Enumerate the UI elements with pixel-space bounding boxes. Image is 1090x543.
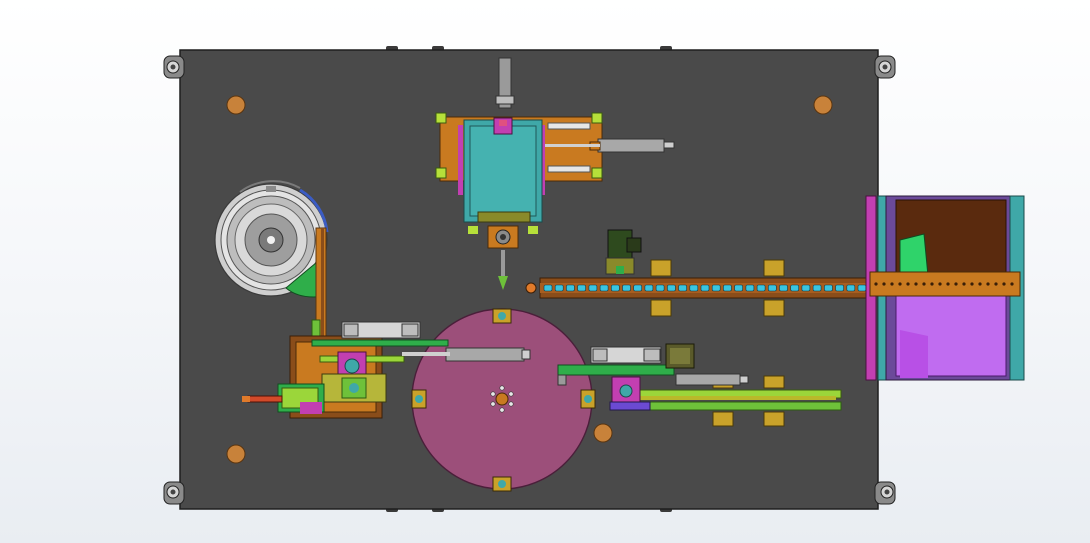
feeder-bead	[745, 284, 755, 292]
fixture-top	[492, 308, 512, 324]
bolt-hole	[813, 95, 833, 115]
bin-rivet	[970, 282, 974, 286]
feeder-bead	[566, 284, 575, 292]
feeder-bead	[644, 284, 654, 292]
feeder-bead	[554, 284, 564, 292]
bin-rivet	[978, 282, 982, 286]
bin-rivet	[1002, 282, 1006, 286]
bin-rivet	[1010, 282, 1014, 286]
feeder-bead	[824, 284, 833, 292]
right-push-cylinder	[675, 373, 741, 386]
bolt-hole	[593, 423, 613, 443]
feeder-bead	[767, 284, 777, 292]
machine-top-view	[163, 46, 1025, 512]
feeder-bead	[801, 284, 811, 292]
feeder-bead	[790, 284, 800, 292]
bin-rivet	[890, 282, 894, 286]
mounting-foot-top-right	[874, 55, 896, 79]
feeder-bead	[633, 284, 643, 292]
bin-rivet	[946, 282, 950, 286]
suction-nozzle	[501, 250, 505, 276]
feeder-bead	[599, 284, 609, 292]
bolt-hole	[226, 95, 246, 115]
feeder-bead	[812, 284, 822, 292]
feeder-bead	[846, 284, 856, 292]
output-bin	[865, 195, 1025, 381]
feeder-bead	[577, 284, 586, 292]
feeder-bead	[667, 284, 676, 292]
mounting-foot-top-left	[163, 55, 185, 79]
feeder-bead	[588, 284, 598, 292]
fixture-right	[580, 389, 596, 409]
left-red-cylinder	[247, 395, 283, 403]
top-horizontal-cylinder	[597, 138, 665, 153]
bin-rivet	[922, 282, 926, 286]
bolt-hole	[226, 444, 246, 464]
bin-rivet	[930, 282, 934, 286]
bin-rivet	[882, 282, 886, 286]
bin-rivet	[914, 282, 918, 286]
left-push-cylinder	[445, 347, 525, 362]
bin-rivet	[954, 282, 958, 286]
bin-rivet	[994, 282, 998, 286]
feeder-bead	[622, 284, 631, 292]
feeder-bead	[711, 284, 721, 292]
feeder-bead	[678, 284, 687, 292]
bin-rivet	[986, 282, 990, 286]
bin-rivet	[874, 282, 878, 286]
feeder-bead	[857, 284, 867, 292]
feeder-bead	[723, 284, 732, 292]
feeder-bead	[543, 284, 553, 292]
feeder-bead	[835, 284, 844, 292]
fixture-left	[411, 389, 427, 409]
mounting-foot-bottom-left	[163, 481, 185, 505]
feeder-bead	[734, 284, 743, 292]
feeder-bead	[700, 284, 710, 292]
bin-rivet	[906, 282, 910, 286]
bin-rivet	[898, 282, 902, 286]
feeder-bead	[655, 284, 665, 292]
bin-rivet	[938, 282, 942, 286]
cad-viewport	[0, 0, 1090, 543]
mounting-foot-bottom-right	[874, 481, 896, 505]
bowl-mount-bracket	[266, 186, 276, 192]
fixture-bottom	[492, 476, 512, 492]
feeder-bead	[610, 284, 620, 292]
feeder-bead	[779, 284, 788, 292]
feeder-bead	[689, 284, 699, 292]
feeder-bead	[756, 284, 766, 292]
bin-rivet	[962, 282, 966, 286]
feeder-beads	[543, 284, 867, 292]
